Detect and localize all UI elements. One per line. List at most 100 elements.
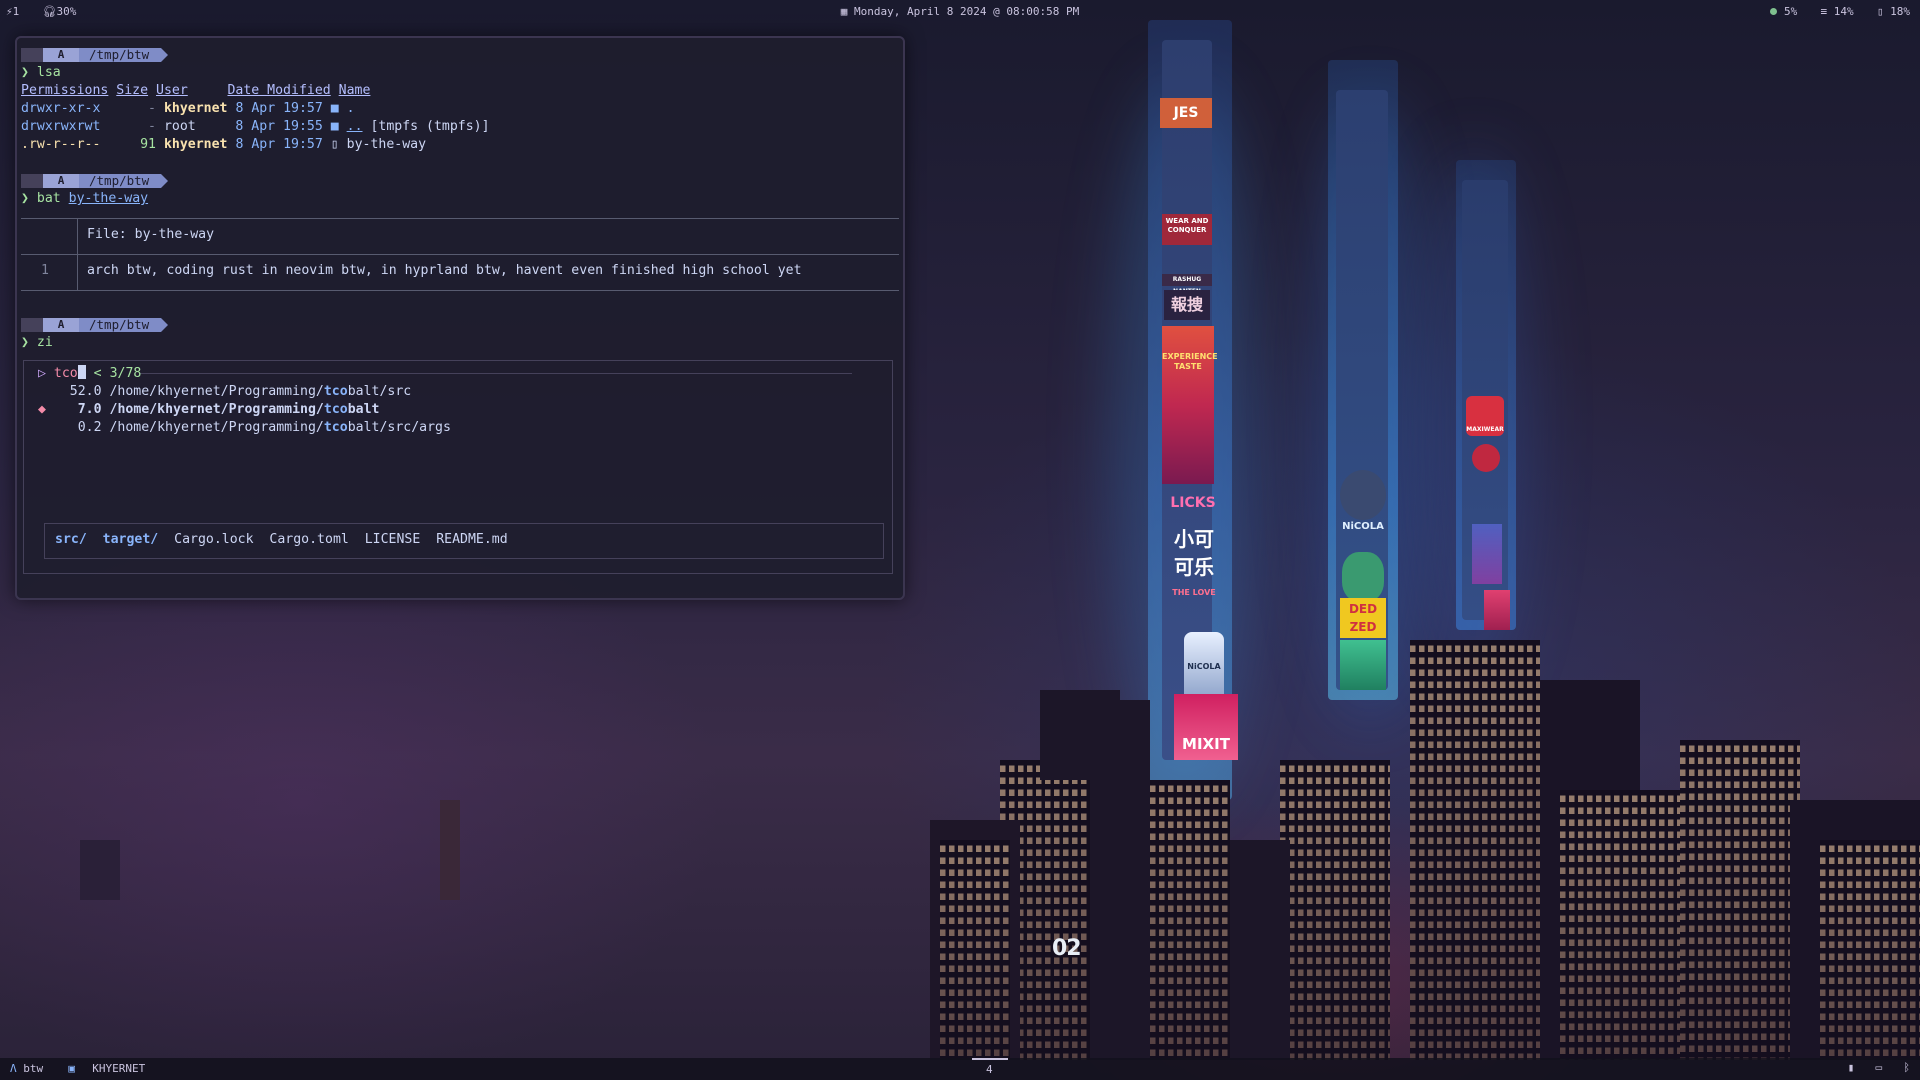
building [1230,840,1290,1060]
ls-header-name: Name [338,83,371,98]
ad-nicola-logo [1340,470,1386,520]
workspace-label[interactable]: btw [23,1062,43,1075]
fzf-query-line[interactable]: ▷ tco < 3/78 [38,365,141,383]
active-workspace-indicator [972,1058,1008,1060]
ad-red-circle [1472,444,1500,472]
top-bar: ⚡1 🎧︎30% ▦ Monday, April 8 2024 @ 08:00:… [0,0,1920,22]
datetime: Monday, April 8 2024 @ 08:00:58 PM [854,5,1080,18]
prompt-segment-dark [21,174,43,188]
battery-icon[interactable]: ▮ [1848,1061,1855,1074]
ad-the-love: THE LOVE [1172,588,1216,597]
fzf-count: 3/78 [109,366,142,381]
prompt-arrow [161,48,169,62]
disk-value[interactable]: 18% [1890,5,1910,18]
memory-value[interactable]: 14% [1834,5,1854,18]
ls-name: . [346,101,355,116]
building [1560,790,1680,1060]
prompt-path: /tmp/btw [79,174,162,188]
fzf-score: 0.2 [77,420,102,435]
ls-user: khyernet [163,101,228,116]
ad-green [1340,640,1386,690]
ls-header-size: Size [116,83,149,98]
ad-wear-and-conquer: WEAR AND CONQUER [1162,214,1212,245]
fzf-score: 52.0 [69,384,102,399]
selection-marker-icon: ◆ [38,402,46,417]
fzf-separator [140,373,852,374]
ls-size: 91 [140,137,156,152]
file-icon: ▯ [330,137,339,152]
command-line-2: ❯ bat by-the-way [21,191,149,206]
prompt-3: A /tmp/btw [21,318,169,332]
ad-figure [1472,524,1502,584]
ad-taste: EXPERIENCE TASTE [1162,326,1218,484]
ad-pink [1484,590,1510,630]
cpu-icon [1770,8,1778,15]
ad-nicola-can: NiCOLA [1184,632,1224,702]
building [1280,760,1390,1060]
building [1040,690,1120,780]
ad-ded-zed: DED ZED [1340,598,1386,638]
ls-row: drwxr-xr-x - khyernet 8 Apr 19:57 ■ . [21,100,355,118]
ls-perm: .rw-r--r-- [21,137,101,152]
fzf-result[interactable]: 52.0 /home/khyernet/Programming/tcobalt/… [38,383,411,401]
ad-mixit: MIXIT [1174,694,1238,760]
fzf-match: tco [323,420,348,435]
arch-logo-icon: A [43,318,79,332]
ls-date: 8 Apr 19:55 [235,119,323,134]
bat-top-border [21,218,899,219]
ls-row: drwxrwxrwt - root 8 Apr 19:55 ■ .. [tmpf… [21,118,490,136]
arch-logo-icon: A [43,174,79,188]
fzf-result-selected[interactable]: ◆ 7.0 /home/khyernet/Programming/tcobalt [38,401,379,419]
ls-date: 8 Apr 19:57 [235,101,323,116]
workspace-number[interactable]: 4 [986,1063,993,1076]
arch-logo-icon: A [43,48,79,62]
command-line-1: ❯ lsa [21,65,61,80]
fzf-path-rest: balt/src/args [347,420,451,435]
ls-size: - [148,119,156,134]
distant-tower [440,800,460,900]
fzf-score: 7.0 [77,402,102,417]
ls-header: Permissions Size User Date Modified Name [21,82,370,100]
cpu-value[interactable]: 5% [1784,5,1797,18]
building [1150,780,1230,1060]
ls-perm: drwxr-xr-x [21,101,101,116]
prompt-arrow [161,318,169,332]
ls-date: 8 Apr 19:57 [235,137,323,152]
display-icon[interactable]: ▭ [1876,1061,1883,1074]
desktop: JES WEAR AND CONQUER RASHUG NANTEN 報捜 EX… [0,0,1920,1080]
ls-user: root [163,119,196,134]
ls-name: .. [346,119,363,134]
fzf-query[interactable]: tco [54,366,78,381]
user-avatar-icon: ▣ [68,1062,75,1075]
terminal-window[interactable]: A /tmp/btw ❯ lsa Permissions Size User D… [15,36,905,600]
fzf-prompt-icon: ▷ [38,366,54,381]
ls-name: by-the-way [346,137,427,152]
fzf-picker[interactable]: ▷ tco < 3/78 52.0 /home/khyernet/Program… [23,360,893,574]
clock[interactable]: ▦ Monday, April 8 2024 @ 08:00:58 PM [0,5,1920,18]
ad-rashug: RASHUG NANTEN [1162,274,1212,295]
command-bat-arg: by-the-way [68,191,149,206]
building [1820,840,1920,1060]
fzf-preview: src/ target/ Cargo.lock Cargo.toml LICEN… [44,523,884,559]
prompt-segment-dark [21,48,43,62]
fzf-path: /home/khyernet/Programming/ [109,402,324,417]
user-label[interactable]: KHYERNET [92,1062,145,1075]
building [1410,640,1540,1060]
ad-maxiwear: MAXIWEAR [1466,396,1504,436]
prompt-arrow [161,174,169,188]
command-lsa: lsa [36,65,61,80]
fzf-result[interactable]: 0.2 /home/khyernet/Programming/tcobalt/s… [38,419,451,437]
memory-icon: ≡ [1820,5,1828,18]
preview-dir: src/ [55,532,87,547]
bottom-bar: Λ btw ▣ KHYERNET 4 ▮ ▭ ᛒ [0,1058,1920,1080]
prompt-2: A /tmp/btw [21,174,169,188]
ad-jes: JES [1160,98,1212,128]
text-cursor [77,365,86,379]
building [1680,740,1800,1060]
preview-file: Cargo.toml [269,532,349,547]
ad-nicola-text: NiCOLA [1342,521,1384,532]
fzf-match: tco [323,402,348,417]
prompt-path: /tmp/btw [79,318,162,332]
bat-mid-border [21,254,899,255]
bluetooth-icon[interactable]: ᛒ [1903,1061,1910,1074]
